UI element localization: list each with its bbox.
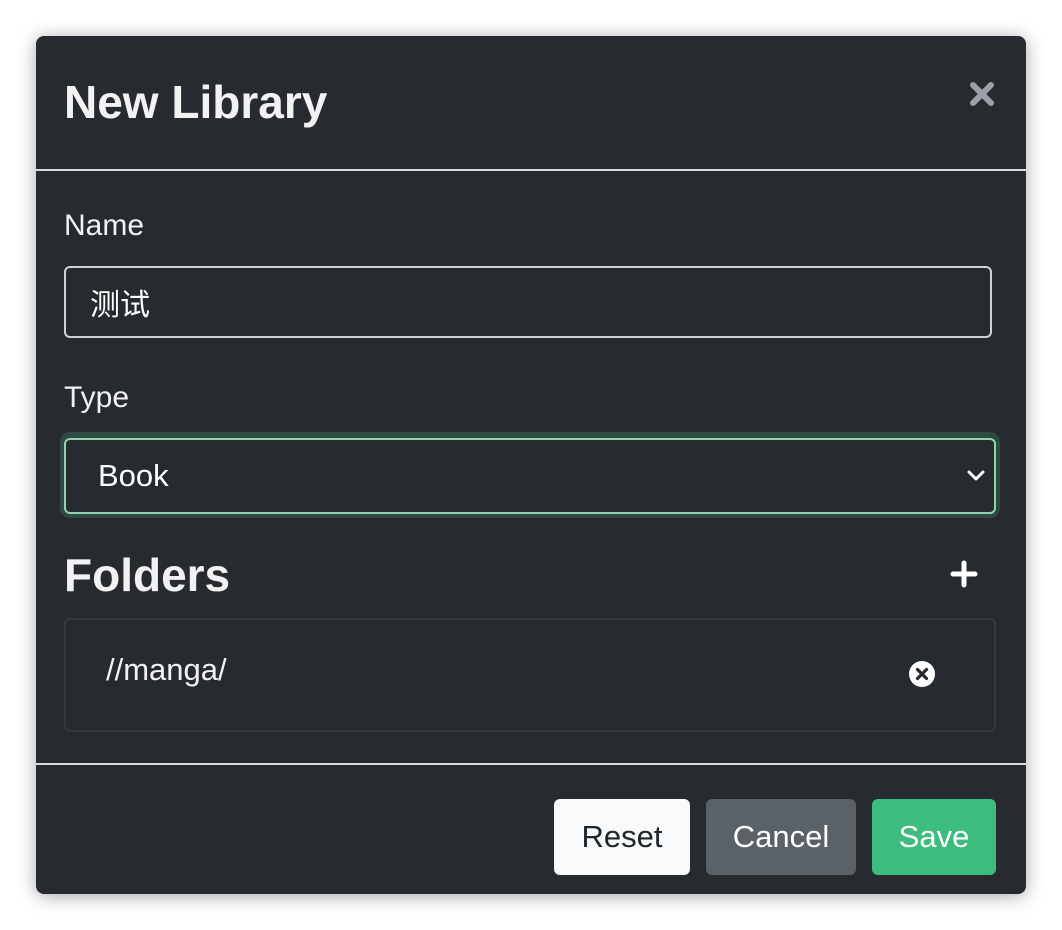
type-label: Type <box>64 381 130 414</box>
dialog-title: New Library <box>64 76 328 128</box>
folder-list: //manga/ <box>64 618 996 732</box>
folder-path: //manga/ <box>106 652 227 687</box>
reset-button[interactable]: Reset <box>554 799 690 875</box>
cancel-button[interactable]: Cancel <box>706 799 856 875</box>
name-label: Name <box>64 209 145 242</box>
chevron-down-icon <box>967 470 985 481</box>
remove-folder-button[interactable] <box>908 660 936 688</box>
folders-heading: Folders <box>64 549 231 601</box>
close-icon <box>970 82 994 106</box>
type-select[interactable]: Book <box>64 438 996 514</box>
dialog-footer: Reset Cancel Save <box>36 763 1026 894</box>
save-button[interactable]: Save <box>872 799 996 875</box>
plus-icon <box>950 560 978 588</box>
add-folder-button[interactable] <box>948 558 980 590</box>
remove-circle-icon <box>909 661 935 687</box>
close-button[interactable] <box>968 80 996 108</box>
name-input[interactable] <box>64 266 992 338</box>
dialog-header: New Library <box>36 36 1026 171</box>
type-select-value: Book <box>98 458 169 493</box>
new-library-dialog: New Library Name Type Book Folders //man… <box>36 36 1026 894</box>
